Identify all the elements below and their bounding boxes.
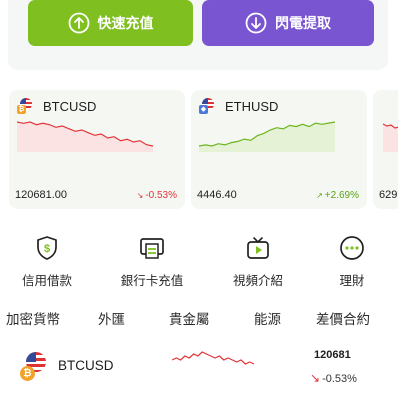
- market-symbol: BTCUSD: [43, 98, 97, 114]
- quick-nav-wealth[interactable]: 理財: [307, 234, 397, 289]
- upload-icon: [68, 12, 89, 34]
- market-change-value: +2.69%: [324, 190, 359, 201]
- market-sparkline: [199, 121, 336, 152]
- list-item-price: 120681: [314, 349, 351, 361]
- quick-nav-credit-loan[interactable]: $ 信用借款: [2, 234, 92, 289]
- sparkline-area: [17, 122, 153, 152]
- quick-nav-label: 信用借款: [21, 274, 72, 288]
- tab-precious-metals[interactable]: 貴金屬: [169, 308, 210, 328]
- tab-cfd[interactable]: 差價合約: [316, 308, 370, 328]
- shield-dollar-icon: $: [37, 236, 57, 260]
- list-item-symbol: BTCUSD: [58, 358, 114, 373]
- eth-usd-flag-icon: ◆: [199, 98, 217, 114]
- market-card-ethusd[interactable]: ◆ ETHUSD 4446.40 ↗ +2.69%: [191, 90, 367, 209]
- market-sparkline-partial: [382, 123, 398, 152]
- market-change-value: -0.53%: [145, 190, 177, 201]
- tab-forex[interactable]: 外匯: [98, 308, 125, 328]
- quick-nav-label: 視頻介紹: [232, 274, 283, 288]
- category-tabs: 加密貨幣 外匯 貴金屬 能源 差價合約: [0, 308, 398, 328]
- sparkline-area: [199, 122, 335, 152]
- svg-text:$: $: [44, 243, 50, 255]
- quick-deposit-label: 快速充值: [97, 15, 154, 31]
- flash-withdraw-label: 閃電提取: [275, 15, 331, 31]
- ellipsis-circle-icon: [340, 236, 364, 260]
- market-card-btcusd[interactable]: ₿ BTCUSD 120681.00 ↘ -0.53%: [9, 90, 185, 209]
- list-item-sparkline: [172, 351, 255, 365]
- market-price: 120681.00: [15, 189, 67, 201]
- arrow-up-icon: ↗: [316, 191, 323, 200]
- market-change: ↗ +2.69%: [316, 190, 359, 201]
- market-card-partial[interactable]: 629: [373, 90, 398, 209]
- arrow-down-icon: ↘: [136, 191, 144, 200]
- bank-card-icon: [140, 238, 164, 259]
- tab-crypto[interactable]: 加密貨幣: [6, 308, 60, 328]
- tab-energy[interactable]: 能源: [254, 308, 281, 328]
- list-item-change: ↘ -0.53%: [310, 371, 357, 385]
- market-symbol: ETHUSD: [225, 98, 279, 114]
- quick-nav-label: 理財: [339, 274, 365, 288]
- market-price: 4446.40: [197, 189, 237, 201]
- btc-usd-flag-icon: ₿: [20, 352, 48, 381]
- action-panel: 快速充值 閃電提取: [8, 0, 388, 70]
- arrow-down-icon: ↘: [310, 371, 321, 385]
- market-pair: ₿ BTCUSD: [17, 98, 97, 114]
- quick-deposit-button[interactable]: 快速充值: [28, 0, 193, 46]
- market-change: ↘ -0.53%: [137, 190, 177, 201]
- sparkline-line: [172, 351, 255, 365]
- video-play-icon: [247, 237, 269, 259]
- market-price: 629: [379, 189, 398, 201]
- market-sparkline: [17, 121, 154, 152]
- quick-nav-bank-card[interactable]: 銀行卡充值: [107, 234, 197, 289]
- download-icon: [245, 12, 267, 34]
- list-item[interactable]: ₿ BTCUSD 120681 ↘ -0.53%: [0, 344, 398, 394]
- list-item-change-value: -0.53%: [322, 373, 357, 385]
- btc-usd-flag-icon: ₿: [17, 98, 35, 114]
- flash-withdraw-button[interactable]: 閃電提取: [202, 0, 374, 46]
- market-pair: ◆ ETHUSD: [199, 98, 279, 114]
- quick-nav-video[interactable]: 視頻介紹: [213, 234, 303, 289]
- quick-nav-label: 銀行卡充值: [120, 274, 184, 288]
